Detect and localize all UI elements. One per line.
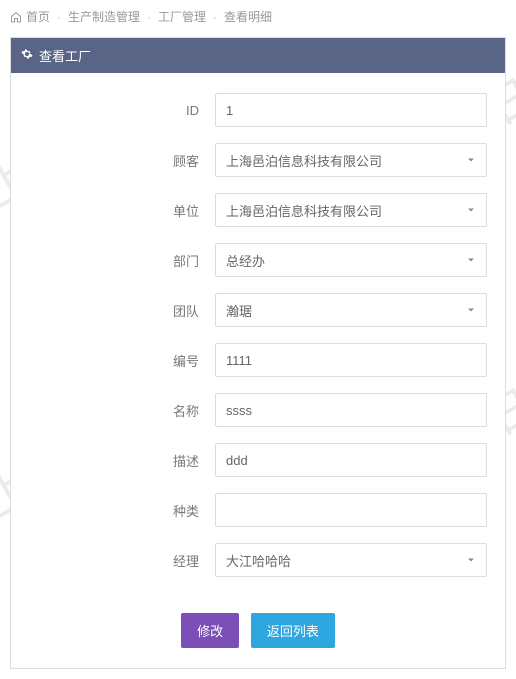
- label-customer: 顾客: [29, 151, 215, 170]
- panel-header: 查看工厂: [11, 38, 505, 73]
- edit-button[interactable]: 修改: [181, 613, 239, 648]
- breadcrumb-sep: ·: [213, 10, 217, 24]
- customer-select[interactable]: [215, 143, 487, 177]
- label-name: 名称: [29, 401, 215, 420]
- breadcrumb-home[interactable]: 首页: [26, 8, 50, 25]
- row-desc: 描述: [29, 443, 487, 477]
- label-desc: 描述: [29, 451, 215, 470]
- code-field[interactable]: [215, 343, 487, 377]
- label-id: ID: [29, 103, 215, 118]
- label-unit: 单位: [29, 201, 215, 220]
- name-field[interactable]: [215, 393, 487, 427]
- cog-icon: [21, 48, 33, 63]
- breadcrumb-l3: 查看明细: [224, 8, 272, 25]
- row-unit: 单位: [29, 193, 487, 227]
- button-row: 修改 返回列表: [29, 593, 487, 656]
- breadcrumb-l1[interactable]: 生产制造管理: [68, 8, 140, 25]
- kind-field[interactable]: [215, 493, 487, 527]
- row-customer: 顾客: [29, 143, 487, 177]
- team-select[interactable]: [215, 293, 487, 327]
- label-code: 编号: [29, 351, 215, 370]
- row-id: ID: [29, 93, 487, 127]
- row-kind: 种类: [29, 493, 487, 527]
- breadcrumb: 首页 · 生产制造管理 · 工厂管理 · 查看明细: [0, 0, 516, 33]
- dept-select[interactable]: [215, 243, 487, 277]
- unit-select[interactable]: [215, 193, 487, 227]
- breadcrumb-sep: ·: [147, 10, 151, 24]
- breadcrumb-l2[interactable]: 工厂管理: [158, 8, 206, 25]
- row-name: 名称: [29, 393, 487, 427]
- label-team: 团队: [29, 301, 215, 320]
- row-manager: 经理: [29, 543, 487, 577]
- id-field[interactable]: [215, 93, 487, 127]
- label-manager: 经理: [29, 551, 215, 570]
- row-team: 团队: [29, 293, 487, 327]
- breadcrumb-sep: ·: [57, 10, 61, 24]
- manager-select[interactable]: [215, 543, 487, 577]
- label-kind: 种类: [29, 501, 215, 520]
- back-button[interactable]: 返回列表: [251, 613, 335, 648]
- row-code: 编号: [29, 343, 487, 377]
- desc-field[interactable]: [215, 443, 487, 477]
- panel-body: ID 顾客 单位 部门 团: [11, 73, 505, 668]
- home-icon: [10, 10, 22, 24]
- label-dept: 部门: [29, 251, 215, 270]
- panel-title: 查看工厂: [39, 46, 91, 65]
- row-dept: 部门: [29, 243, 487, 277]
- detail-panel: 查看工厂 ID 顾客 单位 部门: [10, 37, 506, 669]
